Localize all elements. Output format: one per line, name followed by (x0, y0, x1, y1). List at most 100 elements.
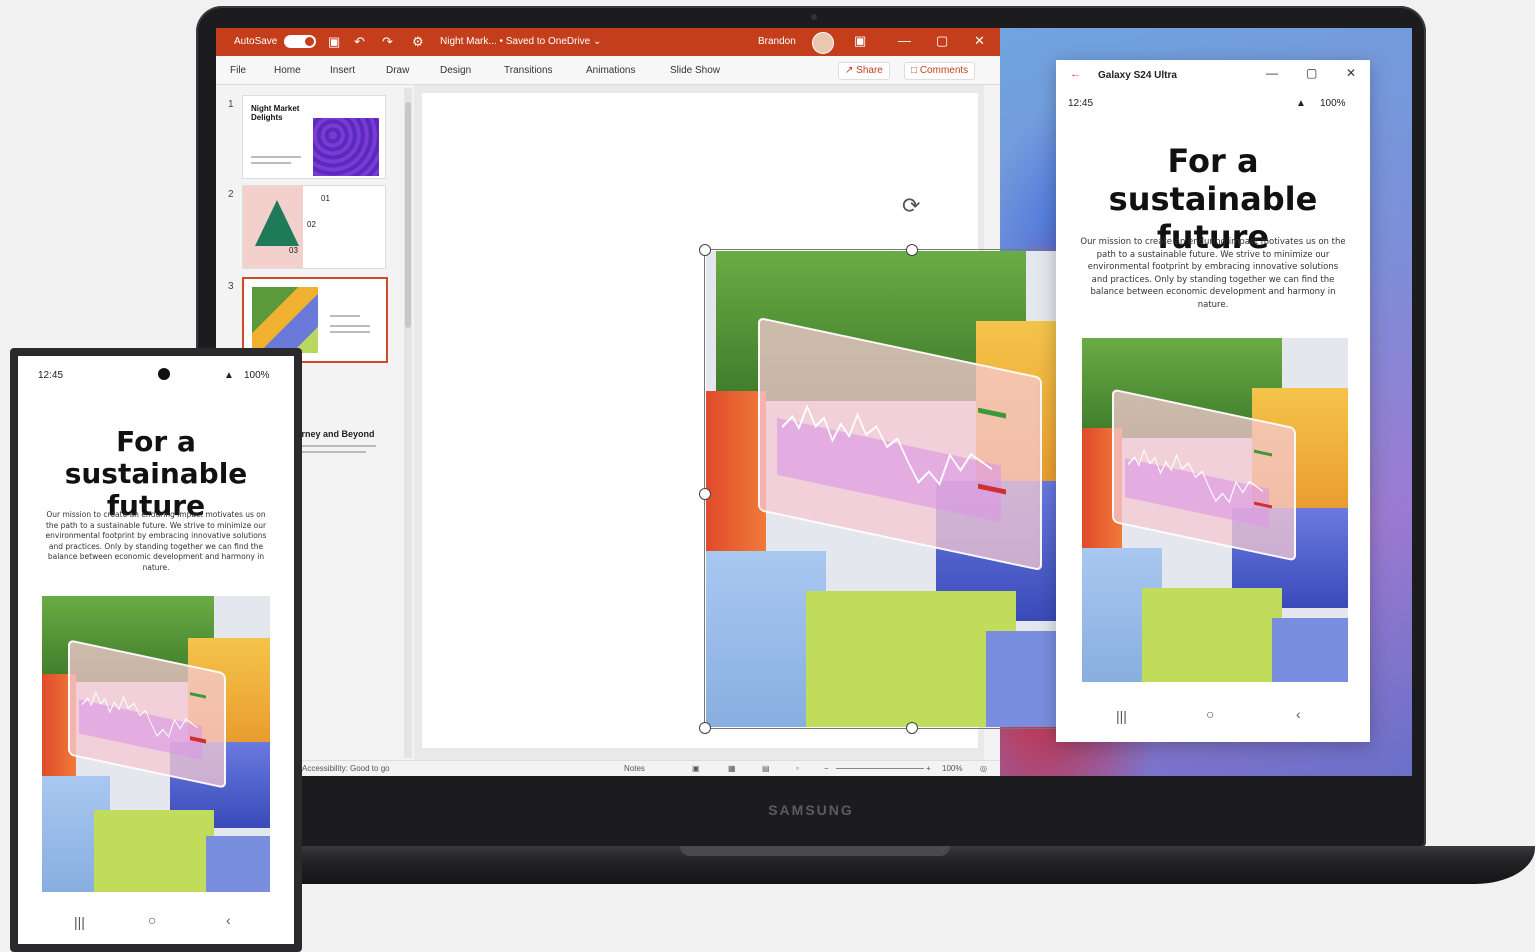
status-time: 12:45 (1068, 98, 1094, 109)
status-time: 12:45 (38, 370, 64, 381)
undo-icon[interactable]: ↶ (354, 34, 365, 50)
back-arrow-icon[interactable]: ← (1070, 68, 1081, 80)
zoom-in-icon[interactable]: + (926, 764, 931, 773)
save-icon[interactable]: ▣ (328, 34, 340, 50)
tab-animations[interactable]: Animations (586, 65, 635, 76)
tab-insert[interactable]: Insert (330, 65, 355, 76)
minimize-icon[interactable]: — (898, 33, 911, 48)
thumb-number: 2 (228, 189, 234, 200)
battery-level: 100% (244, 370, 270, 381)
resize-handle[interactable] (906, 722, 918, 734)
slide-thumbnail-1[interactable]: Night Market Delights (242, 95, 386, 179)
panel-line-graphic (82, 691, 198, 739)
slide-thumbnail-2[interactable]: 01 02 03 (242, 185, 386, 269)
tab-draw[interactable]: Draw (386, 65, 409, 76)
laptop-screen: AutoSave ▣ ↶ ↷ ⚙ Night Mark... • Saved t… (216, 28, 1412, 776)
thumb-title: Night Market Delights (251, 104, 300, 122)
back-icon[interactable]: ‹ (226, 912, 231, 928)
resize-handle[interactable] (699, 722, 711, 734)
zoom-slider[interactable] (836, 768, 924, 769)
partial-thumb-title: urney and Beyond (296, 429, 375, 439)
reading-view-icon[interactable]: ▤ (762, 764, 770, 773)
minimize-icon[interactable]: — (1266, 66, 1278, 80)
thumb-blocks-image (252, 287, 318, 353)
laptop-base (150, 846, 1535, 884)
document-title[interactable]: Night Mark... • Saved to OneDrive ⌄ (440, 36, 601, 47)
resize-handle[interactable] (906, 244, 918, 256)
thumb-text-line (251, 162, 291, 164)
page-heading: For a sustainable future (64, 425, 248, 522)
lime-floor (94, 810, 214, 892)
thumbnails-scrollbar[interactable] (404, 88, 412, 758)
user-name[interactable]: Brandon (758, 36, 796, 47)
thumb-list-item: 01 (321, 194, 330, 203)
slide-canvas: ⟳ (414, 85, 1125, 760)
thumb-text-line (330, 325, 370, 327)
hinge-notch (680, 846, 950, 856)
laptop-brand: SAMSUNG (768, 802, 854, 818)
tab-file[interactable]: File (230, 65, 246, 76)
body-paragraph: Our mission to create an enduring impact… (1080, 237, 1346, 310)
powerpoint-window: AutoSave ▣ ↶ ↷ ⚙ Night Mark... • Saved t… (216, 28, 1125, 776)
ribbon-display-icon[interactable]: ▣ (854, 33, 866, 49)
notes-button[interactable]: Notes (624, 764, 645, 773)
maximize-icon[interactable]: ▢ (936, 33, 948, 49)
slide-sorter-icon[interactable]: ▦ (728, 764, 736, 773)
resize-handle[interactable] (699, 244, 711, 256)
battery-level: 100% (1320, 98, 1346, 109)
fit-slide-icon[interactable]: ◎ (980, 764, 987, 773)
autosave-label: AutoSave (234, 36, 278, 47)
rotate-handle-icon[interactable]: ⟳ (902, 193, 920, 219)
content-image (42, 596, 270, 892)
slideshow-icon[interactable]: ▫ (796, 764, 799, 773)
avatar[interactable] (812, 32, 834, 54)
home-icon[interactable]: ○ (148, 912, 156, 928)
tab-slide-show[interactable]: Slide Show (670, 65, 720, 76)
thumb-list-item: 02 (307, 220, 316, 229)
recents-icon[interactable]: ||| (74, 914, 85, 930)
signal-icon: ▲ (224, 370, 234, 381)
accessibility-status[interactable]: Accessibility: Good to go (302, 764, 390, 773)
close-icon[interactable]: ✕ (974, 33, 985, 49)
recents-icon[interactable]: ||| (1116, 708, 1127, 724)
close-icon[interactable]: ✕ (1346, 66, 1356, 80)
body-paragraph: Our mission to create an enduring impact… (45, 510, 267, 572)
thumb-green-shape (255, 200, 299, 246)
ribbon-tabs: File Home Insert Draw Design Transitions… (216, 56, 1000, 85)
maximize-icon[interactable]: ▢ (1306, 66, 1317, 80)
present-icon[interactable]: ⚙ (412, 34, 424, 50)
redo-icon[interactable]: ↷ (382, 34, 393, 50)
thumb-number: 1 (228, 99, 234, 110)
zoom-level[interactable]: 100% (942, 764, 962, 773)
blue-floor-block (206, 836, 270, 892)
tab-home[interactable]: Home (274, 65, 301, 76)
window-title: Galaxy S24 Ultra (1098, 70, 1177, 81)
lime-floor (1142, 588, 1282, 682)
phone-link-window: ← Galaxy S24 Ultra — ▢ ✕ 12:45 ▲ 100% Fo… (1056, 60, 1370, 742)
content-image (1082, 338, 1348, 682)
phone-screen: 12:45 ▲ 100% For a sustainable future Ou… (18, 356, 294, 944)
thumb-purple-image (313, 118, 379, 176)
thumb-text-line (296, 445, 376, 447)
blue-floor-block (1272, 618, 1348, 682)
share-label: Share (856, 65, 883, 76)
current-slide[interactable]: ⟳ (422, 93, 1125, 748)
tab-design[interactable]: Design (440, 65, 471, 76)
resize-handle[interactable] (699, 488, 711, 500)
comments-label: Comments (919, 65, 969, 76)
normal-view-icon[interactable]: ▣ (692, 764, 700, 773)
signal-icon: ▲ (1296, 98, 1306, 109)
autosave-toggle[interactable] (284, 35, 316, 48)
tab-transitions[interactable]: Transitions (504, 65, 553, 76)
back-icon[interactable]: ‹ (1296, 706, 1301, 722)
share-button[interactable]: ↗ Share (838, 62, 890, 80)
comment-icon: □ (911, 65, 920, 76)
scrollbar-thumb[interactable] (405, 102, 411, 328)
share-icon: ↗ (845, 65, 857, 76)
home-icon[interactable]: ○ (1206, 706, 1214, 722)
webcam (811, 14, 817, 20)
comments-button[interactable]: □ Comments (904, 62, 976, 80)
status-bar: Accessibility: Good to go Notes ▣ ▦ ▤ ▫ … (216, 760, 1000, 776)
thumb-number: 3 (228, 281, 234, 292)
zoom-out-icon[interactable]: − (824, 764, 829, 773)
